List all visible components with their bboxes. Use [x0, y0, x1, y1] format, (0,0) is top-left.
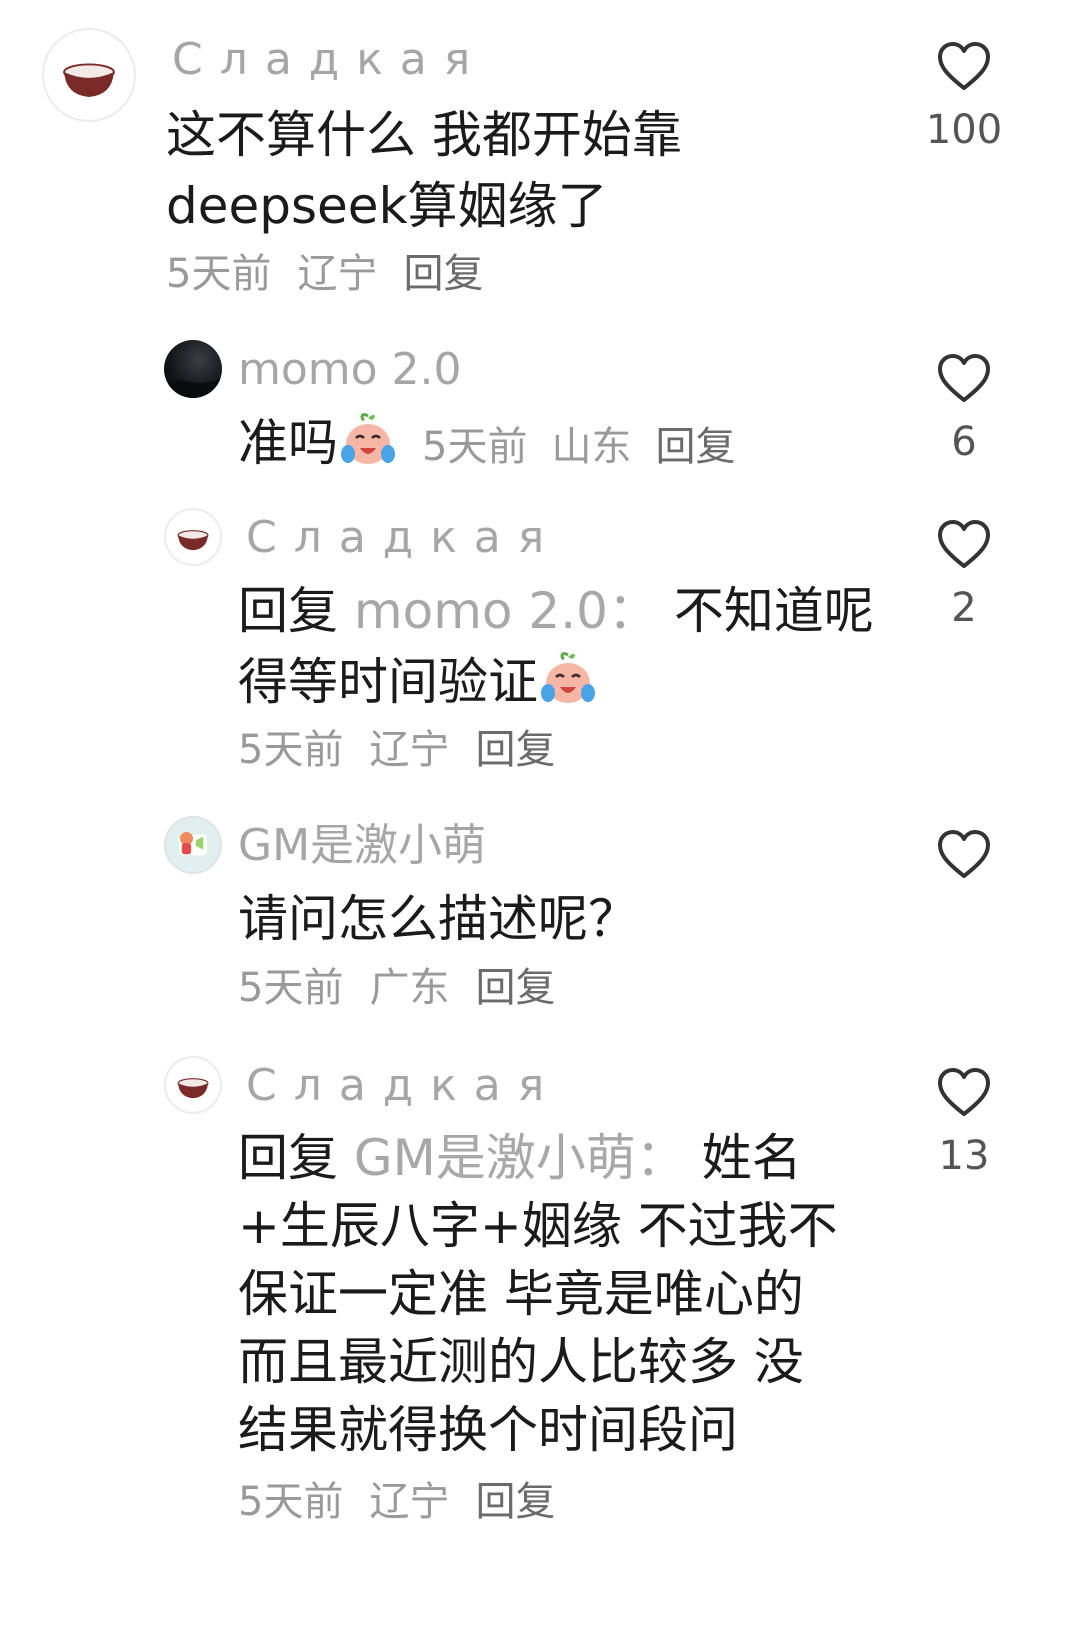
like-button[interactable]: 2 — [909, 518, 1019, 628]
reply-prefix: 回复 — [238, 1129, 338, 1187]
location: 山东 — [551, 424, 632, 470]
comment-line: +生辰八字+姻缘 不过我不 — [238, 1197, 838, 1255]
like-button[interactable] — [909, 828, 1019, 898]
comment-meta: 5天前 广东 回复 — [238, 968, 555, 1008]
username[interactable]: Сладкая — [172, 38, 487, 82]
location: 辽宁 — [369, 727, 450, 773]
comment-line: 准吗 — [238, 414, 338, 472]
comment-text: 这不算什么 我都开始靠 deepseek算姻缘了 — [166, 100, 682, 242]
like-count: 2 — [951, 585, 977, 631]
avatar[interactable] — [164, 508, 222, 566]
comment-line: 回复 GM是激小萌： 姓名 — [238, 1124, 838, 1192]
heart-icon — [938, 354, 990, 402]
timestamp: 5天前 — [422, 424, 528, 470]
avatar[interactable] — [164, 1056, 222, 1114]
comment-text: 回复 GM是激小萌： 姓名 +生辰八字+姻缘 不过我不 保证一定准 毕竟是唯心的… — [238, 1124, 838, 1464]
bowl-icon — [177, 530, 209, 551]
heart-icon — [938, 830, 990, 878]
comment-line-text: 得等时间验证 — [238, 653, 538, 711]
reply-button[interactable]: 回复 — [403, 251, 483, 297]
like-button[interactable]: 6 — [909, 352, 1019, 462]
comment-meta: 5天前 辽宁 回复 — [238, 1482, 555, 1522]
reply-button[interactable]: 回复 — [475, 965, 555, 1011]
comment-line: 回复 momo 2.0： 不知道呢 — [238, 576, 874, 647]
heart-icon — [938, 1068, 990, 1116]
bowl-icon — [63, 63, 115, 98]
like-count: 100 — [925, 107, 1003, 153]
comment-text: 请问怎么描述呢？ — [238, 884, 638, 955]
like-count: 6 — [951, 419, 977, 465]
reply-button[interactable]: 回复 — [655, 424, 735, 470]
comment-meta: 5天前 辽宁 回复 — [238, 730, 555, 770]
comment-line: 保证一定准 毕竟是唯心的 — [238, 1265, 804, 1323]
heart-icon — [938, 42, 990, 90]
timestamp: 5天前 — [238, 1479, 344, 1525]
reply-button[interactable]: 回复 — [475, 727, 555, 773]
timestamp: 5天前 — [166, 251, 272, 297]
username[interactable]: Сладкая — [246, 1064, 561, 1108]
reply-prefix: 回复 — [238, 582, 338, 640]
crying-laughing-emoji — [341, 413, 395, 464]
comment-line: deepseek算姻缘了 — [166, 177, 608, 235]
bowl-icon — [177, 1078, 209, 1099]
crying-laughing-emoji — [541, 652, 595, 703]
comment-text: 准吗 5天前 山东 回复 — [238, 408, 735, 483]
comment-line-text: 不知道呢 — [673, 582, 874, 640]
reply-target-user[interactable]: momo 2.0： — [354, 582, 658, 640]
avatar[interactable] — [164, 340, 222, 398]
username[interactable]: momo 2.0 — [238, 348, 462, 392]
username[interactable]: GM是激小萌 — [238, 824, 486, 868]
avatar[interactable] — [164, 816, 222, 874]
comment-line: 请问怎么描述呢？ — [238, 890, 638, 948]
comment-meta: 5天前 山东 回复 — [398, 424, 735, 470]
comment-meta: 5天前 辽宁 回复 — [166, 254, 483, 294]
timestamp: 5天前 — [238, 965, 344, 1011]
username[interactable]: Сладкая — [246, 516, 561, 560]
like-count: 13 — [938, 1133, 990, 1179]
location: 辽宁 — [369, 1479, 450, 1525]
comment-line: 而且最近测的人比较多 没 — [238, 1333, 804, 1391]
night-sky-avatar — [164, 378, 222, 398]
comment-line: 得等时间验证 — [238, 647, 874, 718]
comment-line: 结果就得换个时间段问 — [238, 1401, 738, 1459]
like-button[interactable]: 13 — [909, 1066, 1019, 1176]
location: 广东 — [369, 965, 450, 1011]
timestamp: 5天前 — [238, 727, 344, 773]
heart-icon — [938, 520, 990, 568]
reply-button[interactable]: 回复 — [475, 1479, 555, 1525]
comment-text: 回复 momo 2.0： 不知道呢 得等时间验证 — [238, 576, 874, 718]
reply-target-user[interactable]: GM是激小萌： — [354, 1129, 686, 1187]
comment-line: 这不算什么 我都开始靠 — [166, 106, 682, 164]
avatar[interactable] — [42, 28, 136, 122]
like-button[interactable]: 100 — [909, 40, 1019, 150]
cartoon-avatar — [179, 831, 207, 856]
comment-line-text: 姓名 — [701, 1129, 802, 1187]
location: 辽宁 — [297, 251, 378, 297]
